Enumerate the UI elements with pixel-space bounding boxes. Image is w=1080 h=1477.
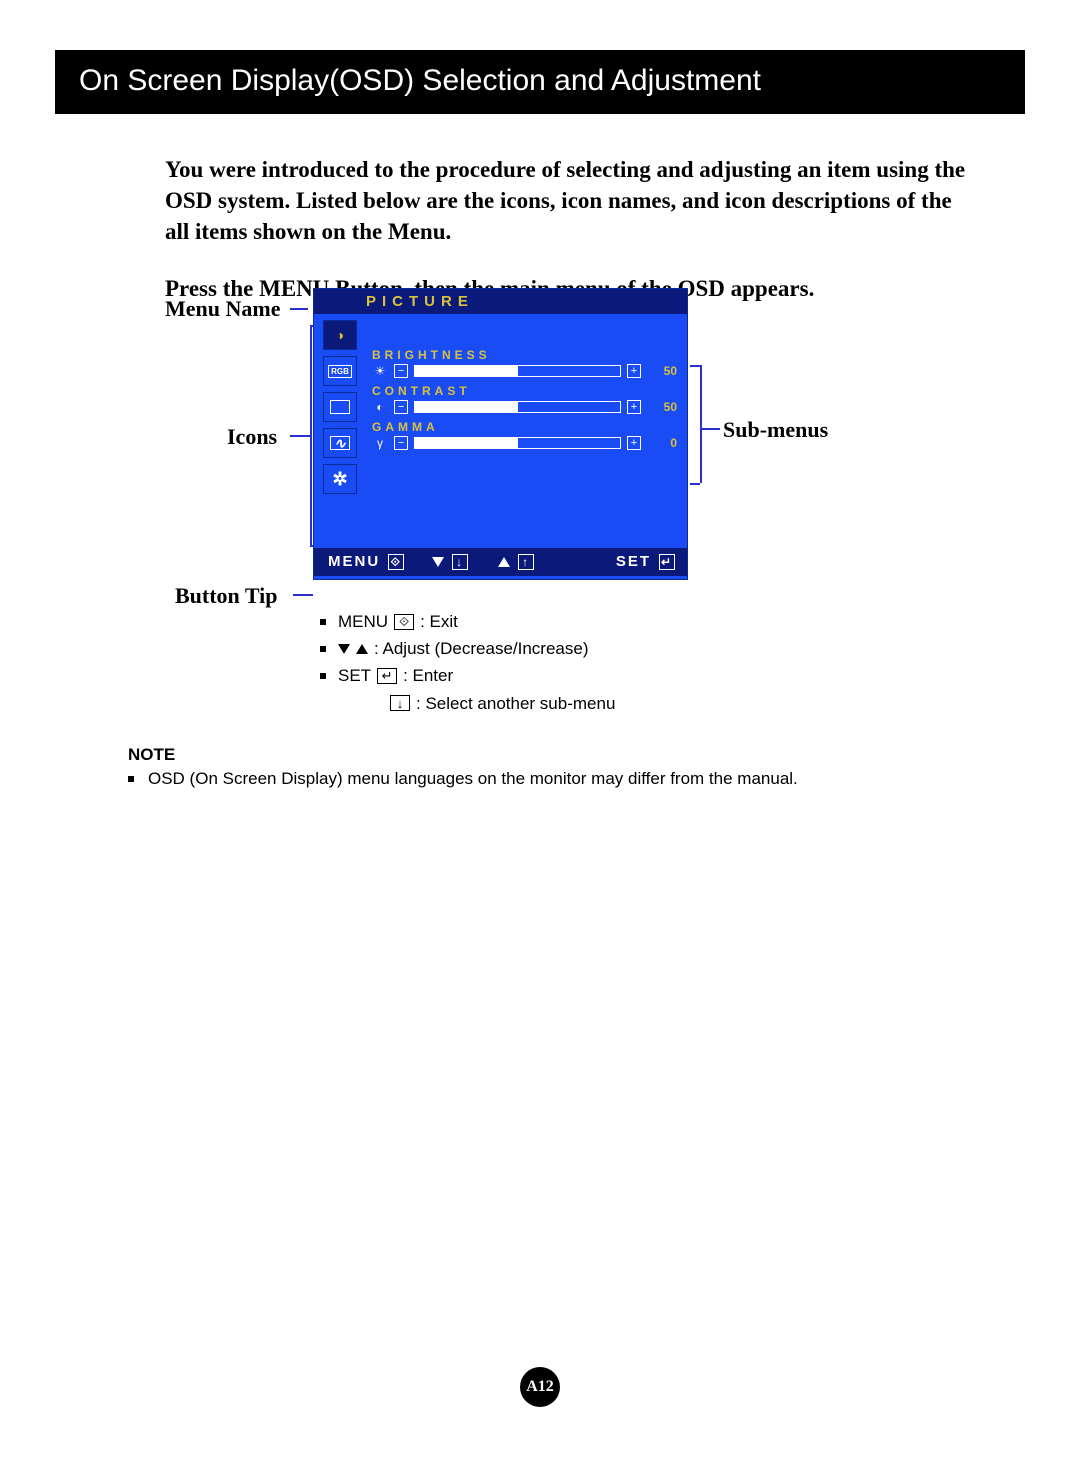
callout-icons: Icons bbox=[227, 424, 277, 450]
down-arrow-icon bbox=[432, 557, 444, 567]
decrease-button[interactable]: − bbox=[394, 364, 408, 378]
tip-row: ↓ : Select another sub-menu bbox=[320, 690, 615, 717]
down-arrow-icon bbox=[338, 644, 350, 654]
callout-line bbox=[310, 325, 312, 545]
tip-set-label: SET bbox=[338, 662, 371, 689]
slider-value: 50 bbox=[647, 364, 677, 378]
tip-set-desc: : Enter bbox=[403, 662, 453, 689]
tip-menu-desc: : Exit bbox=[420, 608, 458, 635]
bullet-icon bbox=[320, 673, 326, 679]
tip-menu-label: MENU bbox=[338, 608, 388, 635]
bullet-icon bbox=[320, 619, 326, 625]
page-title-bar: On Screen Display(OSD) Selection and Adj… bbox=[55, 50, 1025, 114]
bullet-icon bbox=[320, 646, 326, 652]
slider-track[interactable] bbox=[414, 401, 621, 413]
page-number-badge: A12 bbox=[520, 1367, 560, 1407]
callout-sub-menus: Sub-menus bbox=[723, 417, 828, 443]
rgb-icon[interactable]: RGB bbox=[323, 356, 357, 386]
slider-row: γ − + 0 bbox=[372, 436, 677, 450]
tip-row: SET ↵ : Enter bbox=[320, 662, 615, 689]
enter-key-icon: ↵ bbox=[377, 668, 397, 684]
page-number: A12 bbox=[526, 1378, 554, 1396]
button-tip-list: MENU ⟐ : Exit : Adjust (Decrease/Increas… bbox=[320, 608, 615, 717]
callout-line bbox=[290, 308, 308, 310]
footer-set-label: SET bbox=[616, 553, 651, 570]
osd-panel: PICTURE ◑ RGB ∿ ✲ BRIGHTNESS ☀ − + bbox=[313, 288, 688, 580]
note-text: OSD (On Screen Display) menu languages o… bbox=[148, 769, 798, 789]
down-key-icon: ↓ bbox=[390, 695, 410, 711]
page-title: On Screen Display(OSD) Selection and Adj… bbox=[79, 64, 761, 97]
callout-button-tip: Button Tip bbox=[175, 583, 278, 609]
tip-adjust-desc: : Adjust (Decrease/Increase) bbox=[374, 635, 588, 662]
intro-paragraph-1: You were introduced to the procedure of … bbox=[165, 154, 975, 247]
osd-body: ◑ RGB ∿ ✲ BRIGHTNESS ☀ − + 50 bbox=[314, 314, 687, 548]
intro-block: You were introduced to the procedure of … bbox=[165, 154, 975, 304]
bullet-icon bbox=[128, 776, 134, 782]
contrast-icon: ◐ bbox=[372, 400, 388, 414]
callout-menu-name: Menu Name bbox=[165, 296, 280, 322]
submenu-label: GAMMA bbox=[372, 420, 677, 434]
tip-row: : Adjust (Decrease/Increase) bbox=[320, 635, 615, 662]
screen-icon[interactable] bbox=[323, 392, 357, 422]
picture-icon[interactable]: ◑ bbox=[323, 320, 357, 350]
slider-value: 50 bbox=[647, 400, 677, 414]
osd-menu-name: PICTURE bbox=[314, 289, 687, 314]
osd-submenu-area: BRIGHTNESS ☀ − + 50 CONTRAST ◐ − bbox=[366, 314, 687, 548]
osd-icon-column: ◑ RGB ∿ ✲ bbox=[314, 314, 366, 548]
slider-value: 0 bbox=[647, 436, 677, 450]
note-block: NOTE OSD (On Screen Display) menu langua… bbox=[128, 745, 968, 789]
slider-track[interactable] bbox=[414, 437, 621, 449]
submenu-label: BRIGHTNESS bbox=[372, 348, 677, 362]
submenu-label: CONTRAST bbox=[372, 384, 677, 398]
gamma-icon: γ bbox=[372, 436, 388, 450]
wave-icon[interactable]: ∿ bbox=[323, 428, 357, 458]
increase-button[interactable]: + bbox=[627, 436, 641, 450]
slider-row: ☀ − + 50 bbox=[372, 364, 677, 378]
submenu-gamma: GAMMA γ − + 0 bbox=[372, 420, 677, 450]
slider-track[interactable] bbox=[414, 365, 621, 377]
submenu-brightness: BRIGHTNESS ☀ − + 50 bbox=[372, 348, 677, 378]
slider-row: ◐ − + 50 bbox=[372, 400, 677, 414]
increase-button[interactable]: + bbox=[627, 400, 641, 414]
decrease-button[interactable]: − bbox=[394, 400, 408, 414]
callout-line bbox=[293, 594, 313, 596]
callout-line bbox=[690, 365, 700, 367]
set-key-icon: ↵ bbox=[659, 554, 675, 570]
osd-footer: MENU ⟐ ↓ ↑ SET ↵ bbox=[314, 548, 687, 576]
callout-line bbox=[290, 435, 310, 437]
callout-line bbox=[700, 428, 720, 430]
tip-row: MENU ⟐ : Exit bbox=[320, 608, 615, 635]
increase-button[interactable]: + bbox=[627, 364, 641, 378]
menu-key-icon: ⟐ bbox=[388, 554, 404, 570]
note-row: OSD (On Screen Display) menu languages o… bbox=[128, 769, 968, 789]
brightness-icon: ☀ bbox=[372, 364, 388, 378]
callout-line bbox=[690, 483, 700, 485]
note-heading: NOTE bbox=[128, 745, 968, 765]
footer-menu-label: MENU bbox=[328, 553, 380, 570]
up-arrow-icon bbox=[356, 644, 368, 654]
tip-select-desc: : Select another sub-menu bbox=[416, 690, 615, 717]
gear-icon[interactable]: ✲ bbox=[323, 464, 357, 494]
menu-key-icon: ⟐ bbox=[394, 614, 414, 630]
up-arrow-icon bbox=[498, 557, 510, 567]
down-key-icon: ↓ bbox=[452, 554, 468, 570]
decrease-button[interactable]: − bbox=[394, 436, 408, 450]
callout-line bbox=[700, 365, 702, 483]
up-key-icon: ↑ bbox=[518, 554, 534, 570]
submenu-contrast: CONTRAST ◐ − + 50 bbox=[372, 384, 677, 414]
